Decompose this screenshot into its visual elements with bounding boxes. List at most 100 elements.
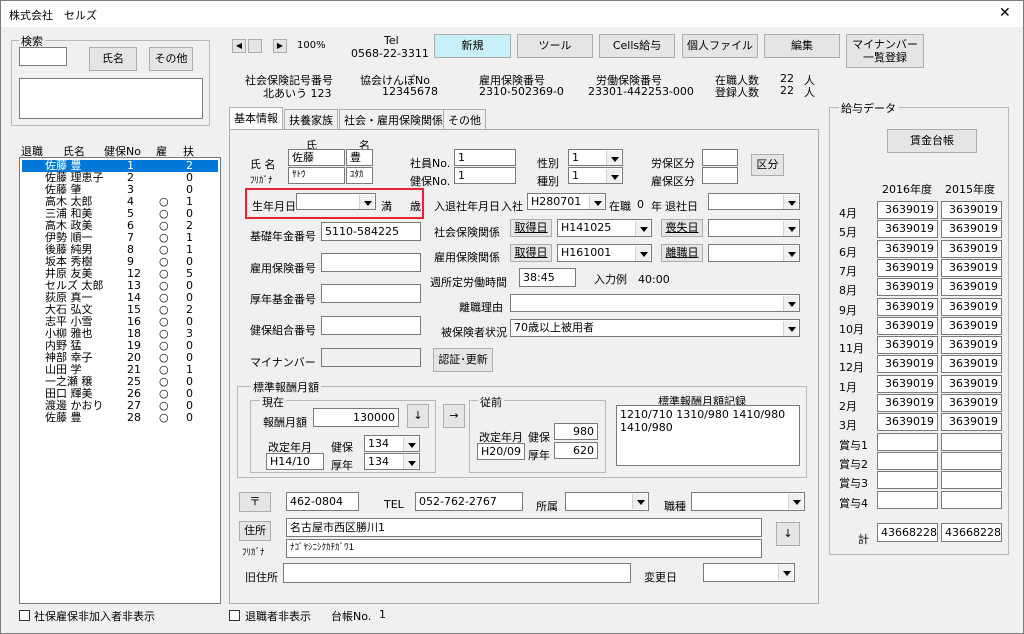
search-other-button[interactable]: その他: [149, 47, 193, 71]
down-arrow-button[interactable]: ↓: [407, 404, 429, 428]
pay-v2015-field[interactable]: [941, 471, 1002, 490]
pay-v2016-field[interactable]: 3639019: [877, 239, 938, 258]
total-2015-field[interactable]: 43668228: [941, 523, 1002, 542]
department-select[interactable]: [565, 492, 649, 511]
zip-button[interactable]: 〒: [239, 492, 271, 512]
scroll-thumb[interactable]: [248, 39, 262, 53]
social-get-date-button[interactable]: 取得日: [510, 219, 552, 237]
emp-ins-no-field[interactable]: [321, 253, 421, 272]
old-address-field[interactable]: [283, 563, 631, 583]
remuneration-record-field[interactable]: 1210/710 1310/980 1410/980 1410/980: [616, 405, 800, 466]
sex-select[interactable]: 1: [568, 149, 623, 166]
surname-field[interactable]: 佐藤: [288, 149, 345, 166]
pay-v2016-field[interactable]: 3639019: [877, 201, 938, 219]
search-name-button[interactable]: 氏名: [89, 47, 137, 71]
hide-uninsured-checkbox[interactable]: [19, 610, 30, 621]
pay-v2015-field[interactable]: 3639019: [941, 355, 1002, 374]
separation-date-select[interactable]: [708, 244, 800, 262]
pay-v2016-field[interactable]: 3639019: [877, 220, 938, 239]
pay-v2015-field[interactable]: 3639019: [941, 278, 1002, 297]
zip-field[interactable]: 462-0804: [286, 492, 359, 511]
employee-no-field[interactable]: 1: [454, 149, 516, 166]
pay-v2015-field[interactable]: [941, 451, 1002, 470]
separation-date-button[interactable]: 離職日: [661, 244, 703, 262]
pay-v2015-field[interactable]: 3639019: [941, 297, 1002, 316]
pay-v2016-field[interactable]: 3639019: [877, 355, 938, 374]
class-button[interactable]: 区分: [751, 154, 784, 176]
mynumber-list-button[interactable]: マイナンバー 一覧登録: [846, 34, 924, 68]
address-button[interactable]: 住所: [239, 521, 271, 541]
pay-v2016-field[interactable]: [877, 490, 938, 509]
pay-v2016-field[interactable]: 3639019: [877, 297, 938, 316]
pay-v2016-field[interactable]: 3639019: [877, 374, 938, 393]
pay-v2016-field[interactable]: 3639019: [877, 258, 938, 277]
birthdate-select[interactable]: [296, 193, 376, 210]
tools-button[interactable]: ツール: [517, 34, 593, 58]
surname-kana-field[interactable]: ｻﾄｳ: [288, 167, 345, 184]
insured-status-select[interactable]: 70歳以上被用者: [510, 319, 800, 337]
next-record-button[interactable]: ▶: [273, 39, 287, 53]
pay-v2015-field[interactable]: 3639019: [941, 239, 1002, 258]
prev-record-button[interactable]: ◀: [232, 39, 246, 53]
type-select[interactable]: 1: [568, 167, 623, 184]
prev-health-field[interactable]: 980: [554, 423, 598, 440]
pay-v2015-field[interactable]: 3639019: [941, 374, 1002, 393]
pay-v2016-field[interactable]: [877, 432, 938, 451]
tab-other[interactable]: その他: [443, 109, 486, 129]
social-lose-date-button[interactable]: 喪失日: [661, 219, 703, 237]
hide-retired-checkbox[interactable]: [229, 610, 240, 621]
pay-v2015-field[interactable]: 3639019: [941, 201, 1002, 219]
pay-v2016-field[interactable]: [877, 451, 938, 470]
leave-date-select[interactable]: [708, 193, 800, 210]
pay-v2016-field[interactable]: 3639019: [877, 394, 938, 412]
new-button[interactable]: 新規: [434, 34, 511, 58]
job-type-select[interactable]: [691, 492, 805, 511]
social-lose-date-select[interactable]: [708, 219, 800, 237]
list-item[interactable]: 佐藤 豊 28 ○ 0: [22, 412, 218, 424]
pension-fund-no-field[interactable]: [321, 284, 421, 303]
emp-get-date-select[interactable]: H161001: [557, 244, 652, 262]
pay-v2015-field[interactable]: [941, 432, 1002, 451]
pay-v2015-field[interactable]: 3639019: [941, 220, 1002, 239]
weekly-hours-field[interactable]: 38:45: [519, 268, 576, 287]
pay-v2015-field[interactable]: 3639019: [941, 394, 1002, 412]
given-name-kana-field[interactable]: ﾕﾀｶ: [346, 167, 373, 184]
prev-pension-field[interactable]: 620: [554, 442, 598, 459]
pension-grade-select[interactable]: 134: [364, 453, 420, 470]
tel-field[interactable]: 052-762-2767: [415, 492, 523, 511]
emp-get-date-button[interactable]: 取得日: [510, 244, 552, 262]
pay-v2016-field[interactable]: 3639019: [877, 413, 938, 432]
monthly-amount-field[interactable]: 130000: [313, 408, 399, 427]
total-2016-field[interactable]: 43668228: [877, 523, 938, 542]
pay-v2016-field[interactable]: [877, 471, 938, 490]
pay-v2015-field[interactable]: 3639019: [941, 258, 1002, 277]
pension-no-field[interactable]: 5110-584225: [321, 222, 421, 241]
labor-class-field[interactable]: [702, 149, 738, 166]
pay-v2016-field[interactable]: 3639019: [877, 278, 938, 297]
union-no-field[interactable]: [321, 316, 421, 335]
address-down-button[interactable]: ↓: [776, 522, 800, 546]
address-kana-field[interactable]: ﾅｺﾞﾔｼﾆｼｸｶﾁｶﾞﾜ1: [286, 539, 762, 558]
personal-file-button[interactable]: 個人ファイル: [682, 34, 758, 58]
address-field[interactable]: 名古屋市西区勝川1: [286, 518, 762, 537]
pay-v2015-field[interactable]: [941, 490, 1002, 509]
health-no-field[interactable]: 1: [454, 167, 516, 184]
close-icon[interactable]: ✕: [999, 5, 1011, 21]
pay-v2016-field[interactable]: 3639019: [877, 336, 938, 355]
tab-basic-info[interactable]: 基本情報: [229, 107, 283, 130]
tab-insurance[interactable]: 社会・雇用保険関係: [339, 109, 448, 129]
pay-v2015-field[interactable]: 3639019: [941, 413, 1002, 432]
search-input[interactable]: [19, 47, 67, 66]
right-arrow-button[interactable]: →: [443, 404, 465, 428]
join-date-select[interactable]: H280701: [527, 193, 606, 210]
prev-revision-field[interactable]: H20/09: [477, 443, 525, 460]
given-name-field[interactable]: 豊: [346, 149, 373, 166]
tab-dependents[interactable]: 扶養家族: [284, 109, 338, 129]
cells-pay-button[interactable]: Cells給与: [599, 34, 675, 58]
wage-ledger-button[interactable]: 賃金台帳: [887, 129, 977, 153]
revision-field[interactable]: H14/10: [266, 453, 324, 470]
pay-v2015-field[interactable]: 3639019: [941, 336, 1002, 355]
auth-update-button[interactable]: 認証･更新: [433, 348, 493, 372]
pay-v2015-field[interactable]: 3639019: [941, 316, 1002, 335]
change-date-select[interactable]: [703, 563, 795, 582]
